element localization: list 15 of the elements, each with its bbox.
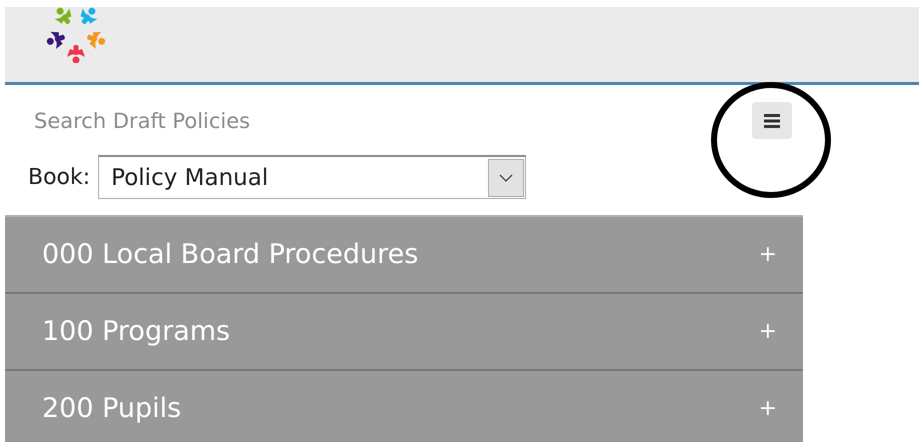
menu-button[interactable] <box>752 102 792 139</box>
section-title: 000 Local Board Procedures <box>42 239 418 270</box>
section-header[interactable]: 000 Local Board Procedures + <box>5 217 803 294</box>
expand-toggle[interactable]: + <box>758 242 777 267</box>
expand-toggle[interactable]: + <box>758 319 777 344</box>
menu-icon <box>764 114 780 128</box>
search-field[interactable]: Search Draft Policies <box>34 108 434 132</box>
caret-icon <box>488 158 524 196</box>
section-header[interactable]: 100 Programs + <box>5 294 803 371</box>
section-title: 200 Pupils <box>42 393 182 424</box>
expand-toggle[interactable]: + <box>758 396 777 421</box>
section-title: 100 Programs <box>42 316 230 347</box>
section-header[interactable]: 200 Pupils + <box>5 371 803 442</box>
book-label: Book: <box>28 164 90 190</box>
book-select[interactable]: Policy Manual <box>98 155 526 199</box>
